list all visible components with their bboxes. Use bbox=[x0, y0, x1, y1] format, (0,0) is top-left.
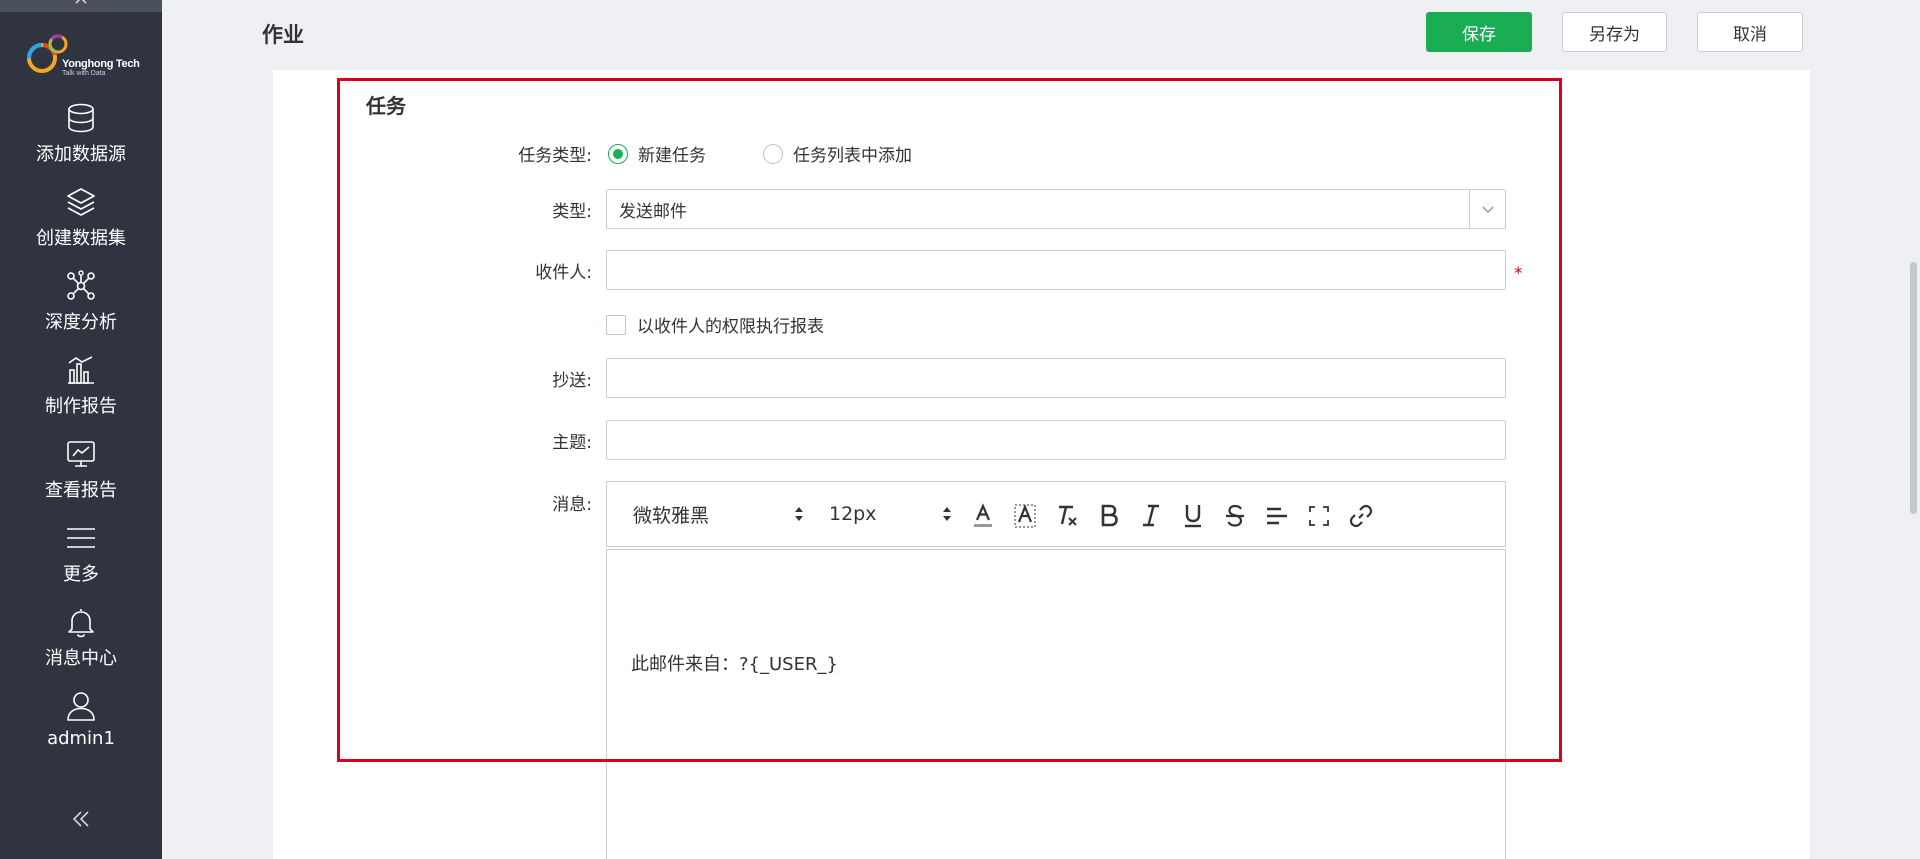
type-select[interactable]: 发送邮件 bbox=[606, 189, 1506, 229]
menu-icon bbox=[67, 528, 95, 548]
recipient-input[interactable] bbox=[606, 250, 1506, 290]
task-type-label: 任务类型: bbox=[518, 146, 592, 166]
recipient-label: 收件人: bbox=[535, 263, 592, 283]
font-size-arrows-icon[interactable] bbox=[941, 504, 953, 524]
fullscreen-icon[interactable] bbox=[1305, 502, 1333, 530]
monitor-chart-icon bbox=[67, 441, 95, 467]
message-editor[interactable]: 此邮件来自：?{_USER_} bbox=[606, 549, 1506, 859]
save-as-button[interactable]: 另存为 bbox=[1562, 12, 1667, 52]
underline-icon[interactable] bbox=[1179, 502, 1207, 530]
scrollbar-thumb[interactable] bbox=[1910, 262, 1917, 514]
font-family-select[interactable]: 微软雅黑 bbox=[633, 494, 709, 534]
run-as-recipient-checkbox[interactable]: 以收件人的权限执行报表 bbox=[606, 312, 824, 337]
bar-chart-icon bbox=[68, 356, 94, 384]
cancel-button[interactable]: 取消 bbox=[1697, 12, 1803, 52]
clear-format-icon[interactable] bbox=[1053, 502, 1081, 530]
sidebar-item-label: 深度分析 bbox=[45, 312, 117, 333]
font-size-select[interactable]: 12px bbox=[829, 494, 876, 534]
message-label: 消息: bbox=[552, 495, 592, 515]
sidebar-item-add-datasource[interactable]: 添加数据源 bbox=[0, 102, 162, 178]
cc-label: 抄送: bbox=[552, 371, 592, 391]
radio-checked-icon[interactable] bbox=[608, 143, 628, 164]
user-icon bbox=[67, 692, 95, 721]
subject-input[interactable] bbox=[606, 420, 1506, 460]
sidebar-item-make-report[interactable]: 制作报告 bbox=[0, 354, 162, 430]
sidebar: Yonghong Tech Talk with Data 添加数据源 创建数据集… bbox=[0, 0, 162, 859]
sidebar-item-label: 查看报告 bbox=[45, 480, 117, 501]
bell-icon bbox=[68, 609, 94, 638]
layers-icon bbox=[67, 188, 95, 216]
radio-label: 任务列表中添加 bbox=[793, 146, 912, 166]
sidebar-top-bar[interactable] bbox=[0, 0, 162, 12]
font-size-value: 12px bbox=[829, 503, 877, 525]
font-color-icon[interactable] bbox=[969, 502, 997, 530]
link-icon[interactable] bbox=[1347, 502, 1375, 530]
save-button[interactable]: 保存 bbox=[1426, 12, 1532, 52]
align-icon[interactable] bbox=[1263, 502, 1291, 530]
collapse-sidebar-icon[interactable] bbox=[70, 808, 92, 830]
sidebar-item-label: 添加数据源 bbox=[36, 144, 126, 165]
type-label: 类型: bbox=[552, 202, 592, 222]
cc-input[interactable] bbox=[606, 358, 1506, 398]
required-mark: * bbox=[1514, 264, 1523, 284]
sidebar-item-label: 消息中心 bbox=[45, 648, 117, 669]
database-icon bbox=[68, 103, 94, 133]
logo-name: Yonghong Tech bbox=[62, 58, 140, 70]
type-select-value: 发送邮件 bbox=[619, 201, 687, 222]
font-family-value: 微软雅黑 bbox=[633, 504, 710, 527]
sidebar-item-more[interactable]: 更多 bbox=[0, 522, 162, 598]
radio-label: 新建任务 bbox=[638, 146, 706, 166]
radio-add-from-list[interactable]: 任务列表中添加 bbox=[763, 141, 912, 166]
close-icon[interactable] bbox=[73, 0, 89, 6]
radio-unchecked-icon[interactable] bbox=[763, 143, 783, 164]
sidebar-item-message-center[interactable]: 消息中心 bbox=[0, 606, 162, 682]
strikethrough-icon[interactable] bbox=[1221, 502, 1249, 530]
font-family-arrows-icon[interactable] bbox=[793, 504, 805, 524]
sidebar-item-label: 更多 bbox=[63, 564, 99, 585]
bold-icon[interactable] bbox=[1095, 502, 1123, 530]
sidebar-item-create-dataset[interactable]: 创建数据集 bbox=[0, 186, 162, 262]
yonghong-logo: Yonghong Tech Talk with Data bbox=[26, 32, 146, 82]
dropdown-arrow[interactable] bbox=[1469, 190, 1505, 228]
sidebar-item-label: 创建数据集 bbox=[36, 228, 126, 249]
highlight-icon[interactable] bbox=[1011, 502, 1039, 530]
editor-toolbar: 微软雅黑 12px bbox=[606, 481, 1506, 547]
sidebar-item-user[interactable]: admin1 bbox=[0, 690, 162, 766]
page-title: 作业 bbox=[262, 23, 304, 47]
checkbox-label: 以收件人的权限执行报表 bbox=[637, 317, 824, 337]
italic-icon[interactable] bbox=[1137, 502, 1165, 530]
network-icon bbox=[67, 270, 95, 300]
sidebar-item-label: 制作报告 bbox=[45, 396, 117, 417]
chevron-down-icon bbox=[1482, 206, 1493, 213]
sidebar-item-deep-analysis[interactable]: 深度分析 bbox=[0, 270, 162, 346]
sidebar-item-view-report[interactable]: 查看报告 bbox=[0, 438, 162, 514]
editor-content[interactable]: 此邮件来自：?{_USER_} bbox=[631, 650, 838, 676]
logo-tagline: Talk with Data bbox=[62, 70, 106, 77]
subject-label: 主题: bbox=[552, 433, 592, 453]
checkbox-icon[interactable] bbox=[606, 314, 626, 335]
radio-new-task[interactable]: 新建任务 bbox=[608, 141, 706, 166]
sidebar-item-label: admin1 bbox=[47, 728, 115, 749]
section-title-task: 任务 bbox=[366, 94, 406, 118]
